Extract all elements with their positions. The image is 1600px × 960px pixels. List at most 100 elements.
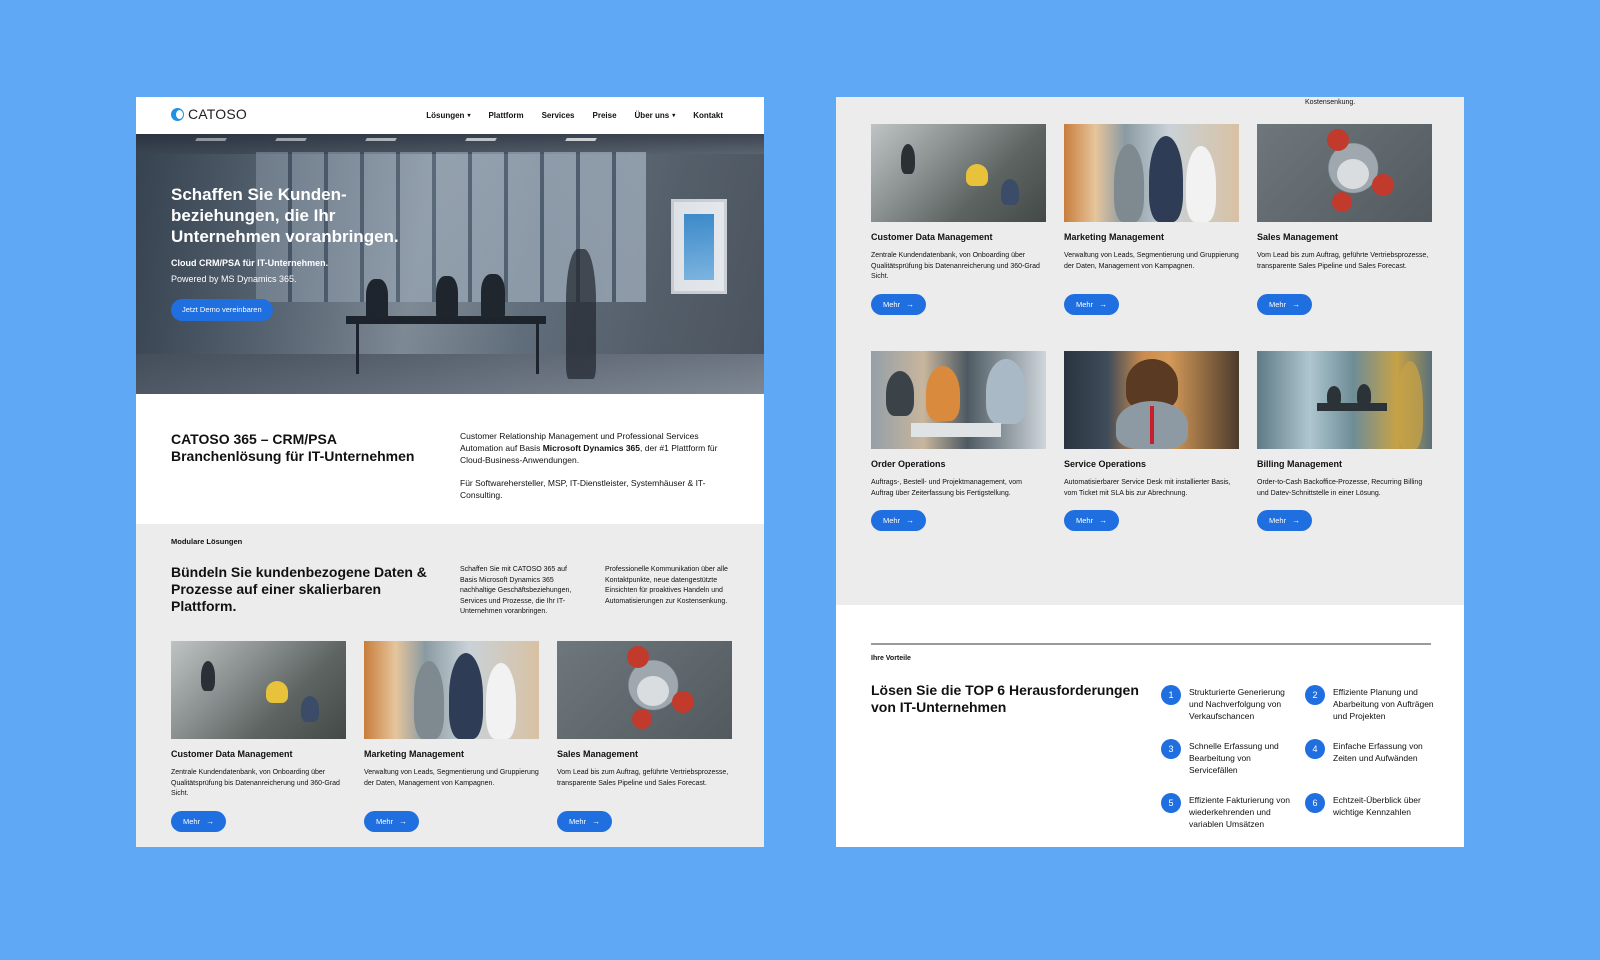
section-kicker: Modulare Lösungen — [171, 537, 243, 546]
card-image — [364, 641, 539, 739]
homepage-panel-left: CATOSO Lösungen ▾ Plattform Services Prei… — [136, 97, 764, 847]
card-title: Customer Data Management — [871, 232, 993, 242]
solution-card-marketing: Marketing Management Verwaltung von Lead… — [364, 641, 539, 832]
solution-card-billing: Billing Management Order-to-Cash Backoff… — [1257, 351, 1432, 531]
benefit-text: Effiziente Planung und Abarbeitung von A… — [1333, 687, 1434, 721]
image-detail — [1114, 144, 1144, 222]
image-detail — [201, 661, 215, 691]
solution-card-customer-data: Customer Data Management Zentrale Kunden… — [871, 124, 1046, 315]
image-detail — [301, 696, 319, 722]
card-title: Billing Management — [1257, 459, 1343, 469]
more-button[interactable]: Mehr → — [871, 510, 927, 531]
benefit-number-badge: 4 — [1305, 739, 1325, 759]
image-detail — [1001, 179, 1019, 205]
card-description: Verwaltung von Leads, Segmentierung und … — [1064, 252, 1239, 270]
more-button[interactable]: Mehr → — [1064, 294, 1120, 315]
benefit-text: Effiziente Fakturierung von wiederkehren… — [1189, 795, 1290, 829]
image-detail — [926, 366, 960, 421]
demo-cta-button[interactable]: Jetzt Demo vereinbaren — [171, 299, 273, 321]
image-detail — [1372, 174, 1394, 196]
image-detail — [1186, 146, 1216, 222]
image-detail — [672, 691, 694, 713]
modular-solutions-section-continued: Kostensenkung. Customer Data Management … — [836, 97, 1464, 605]
nav-item-kontakt[interactable]: Kontakt — [693, 111, 723, 120]
image-detail — [632, 709, 652, 729]
hero-title: Schaffen Sie Kunden-beziehungen, die Ihr… — [171, 185, 399, 246]
logo-text: CATOSO — [188, 106, 248, 122]
arrow-right-icon: → — [592, 817, 601, 826]
image-detail — [1337, 159, 1369, 189]
benefit-item: 1 Strukturierte Generierung und Nachverf… — [1161, 685, 1296, 722]
card-image — [1064, 351, 1239, 449]
chevron-down-icon: ▾ — [672, 113, 676, 119]
solution-card-marketing: Marketing Management Verwaltung von Lead… — [1064, 124, 1239, 315]
nav-item-ueber-uns[interactable]: Über uns ▾ — [635, 111, 676, 120]
nav-item-services[interactable]: Services — [542, 111, 575, 120]
image-detail — [449, 653, 483, 739]
card-image — [871, 351, 1046, 449]
card-title: Sales Management — [1257, 232, 1339, 242]
hero-subtitle-powered: Powered by MS Dynamics 365. — [171, 274, 297, 284]
benefit-item: 6 Echtzeit-Überblick über wichtige Kennz… — [1305, 793, 1440, 818]
card-title: Customer Data Management — [171, 749, 293, 759]
arrow-right-icon: → — [906, 516, 915, 525]
more-button[interactable]: Mehr → — [364, 811, 420, 832]
nav-item-preise[interactable]: Preise — [593, 111, 617, 120]
more-button[interactable]: Mehr → — [557, 811, 613, 832]
section-divider — [871, 643, 1431, 645]
image-detail — [1332, 192, 1352, 212]
benefit-number-badge: 6 — [1305, 793, 1325, 813]
solution-card-order-operations: Order Operations Auftrags-, Bestell- und… — [871, 351, 1046, 531]
section-paragraph: Schaffen Sie mit CATOSO 365 auf Basis Mi… — [460, 566, 572, 615]
benefit-item: 5 Effiziente Fakturierung von wiederkehr… — [1161, 793, 1296, 830]
arrow-right-icon: → — [206, 817, 215, 826]
card-description: Vom Lead bis zum Auftrag, geführte Vertr… — [1257, 252, 1429, 270]
card-image — [557, 641, 732, 739]
intro-paragraph: Customer Relationship Management und Pro… — [460, 431, 718, 465]
benefit-item: 3 Schnelle Erfassung und Bearbeitung von… — [1161, 739, 1296, 776]
nav-item-plattform[interactable]: Plattform — [488, 111, 523, 120]
image-detail — [1150, 406, 1154, 444]
intro-title: CATOSO 365 – CRM/PSA Branchenlösung für … — [171, 431, 415, 464]
section-kicker: Ihre Vorteile — [871, 655, 911, 662]
solution-card-sales: Sales Management Vom Lead bis zum Auftra… — [1257, 124, 1432, 315]
image-detail — [627, 646, 649, 668]
arrow-right-icon: → — [1099, 516, 1108, 525]
hero-subtitle: Cloud CRM/PSA für IT-Unternehmen. — [171, 258, 329, 268]
more-button[interactable]: Mehr → — [1257, 510, 1313, 531]
more-button[interactable]: Mehr → — [871, 294, 927, 315]
image-detail — [637, 676, 669, 706]
arrow-right-icon: → — [1099, 300, 1108, 309]
catoso-logo[interactable]: CATOSO — [171, 106, 247, 122]
more-button[interactable]: Mehr → — [171, 811, 227, 832]
card-image — [871, 124, 1046, 222]
text-fragment: Kostensenkung. — [1305, 99, 1356, 106]
benefit-text: Einfache Erfassung von Zeiten und Aufwän… — [1333, 741, 1423, 763]
homepage-panel-right: Kostensenkung. Customer Data Management … — [836, 97, 1464, 847]
main-menu: Lösungen ▾ Plattform Services Preise Über… — [426, 97, 723, 134]
benefit-item: 2 Effiziente Planung und Abarbeitung von… — [1305, 685, 1440, 722]
intro-section: CATOSO 365 – CRM/PSA Branchenlösung für … — [136, 394, 764, 524]
more-button[interactable]: Mehr → — [1257, 294, 1313, 315]
benefit-number-badge: 3 — [1161, 739, 1181, 759]
arrow-right-icon: → — [1292, 516, 1301, 525]
image-detail — [414, 661, 444, 739]
arrow-right-icon: → — [1292, 300, 1301, 309]
image-detail — [1397, 361, 1423, 449]
card-description: Vom Lead bis zum Auftrag, geführte Vertr… — [557, 769, 729, 787]
nav-item-loesungen[interactable]: Lösungen ▾ — [426, 111, 470, 120]
section-title: Lösen Sie die TOP 6 Herausforderungen vo… — [871, 682, 1139, 715]
benefits-section: Ihre Vorteile Lösen Sie die TOP 6 Heraus… — [836, 605, 1464, 847]
arrow-right-icon: → — [906, 300, 915, 309]
image-detail — [1149, 136, 1183, 222]
card-description: Order-to-Cash Backoffice-Prozesse, Recur… — [1257, 479, 1423, 497]
solution-card-sales: Sales Management Vom Lead bis zum Auftra… — [557, 641, 732, 832]
card-title: Order Operations — [871, 459, 946, 469]
image-detail — [986, 359, 1026, 424]
catoso-logo-icon — [171, 107, 184, 121]
more-button[interactable]: Mehr → — [1064, 510, 1120, 531]
image-detail — [266, 681, 288, 703]
hero-banner: Schaffen Sie Kunden-beziehungen, die Ihr… — [136, 134, 764, 394]
card-title: Service Operations — [1064, 459, 1147, 469]
top-navigation: CATOSO Lösungen ▾ Plattform Services Prei… — [136, 97, 764, 134]
